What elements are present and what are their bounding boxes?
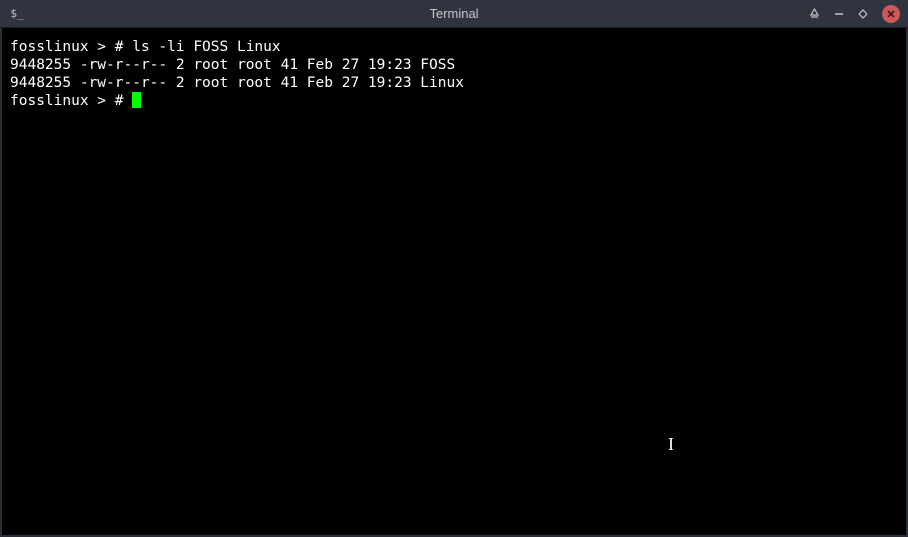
terminal-body[interactable]: fosslinux > # ls -li FOSS Linux 9448255 … bbox=[2, 28, 906, 535]
maximize-button[interactable] bbox=[858, 9, 868, 19]
output-text: 9448255 -rw-r--r-- 2 root root 41 Feb 27… bbox=[10, 75, 464, 91]
window-title: Terminal bbox=[429, 6, 478, 21]
shell-prompt: fosslinux > # bbox=[10, 39, 132, 55]
terminal-line: 9448255 -rw-r--r-- 2 root root 41 Feb 27… bbox=[10, 74, 898, 92]
terminal-app-icon: $_ bbox=[8, 6, 26, 22]
minimize-button[interactable] bbox=[834, 9, 844, 19]
terminal-window: $_ Terminal bbox=[0, 0, 908, 537]
window-controls bbox=[809, 5, 900, 23]
keep-on-top-button[interactable] bbox=[809, 8, 820, 19]
titlebar[interactable]: $_ Terminal bbox=[0, 0, 908, 28]
close-button[interactable] bbox=[882, 5, 900, 23]
shell-prompt: fosslinux > # bbox=[10, 93, 132, 109]
terminal-line: fosslinux > # bbox=[10, 92, 898, 110]
terminal-line: 9448255 -rw-r--r-- 2 root root 41 Feb 27… bbox=[10, 56, 898, 74]
text-cursor-icon: I bbox=[668, 433, 674, 456]
output-text: 9448255 -rw-r--r-- 2 root root 41 Feb 27… bbox=[10, 57, 455, 73]
terminal-cursor bbox=[132, 92, 141, 108]
terminal-line: fosslinux > # ls -li FOSS Linux bbox=[10, 38, 898, 56]
command-text: ls -li FOSS Linux bbox=[132, 39, 280, 55]
